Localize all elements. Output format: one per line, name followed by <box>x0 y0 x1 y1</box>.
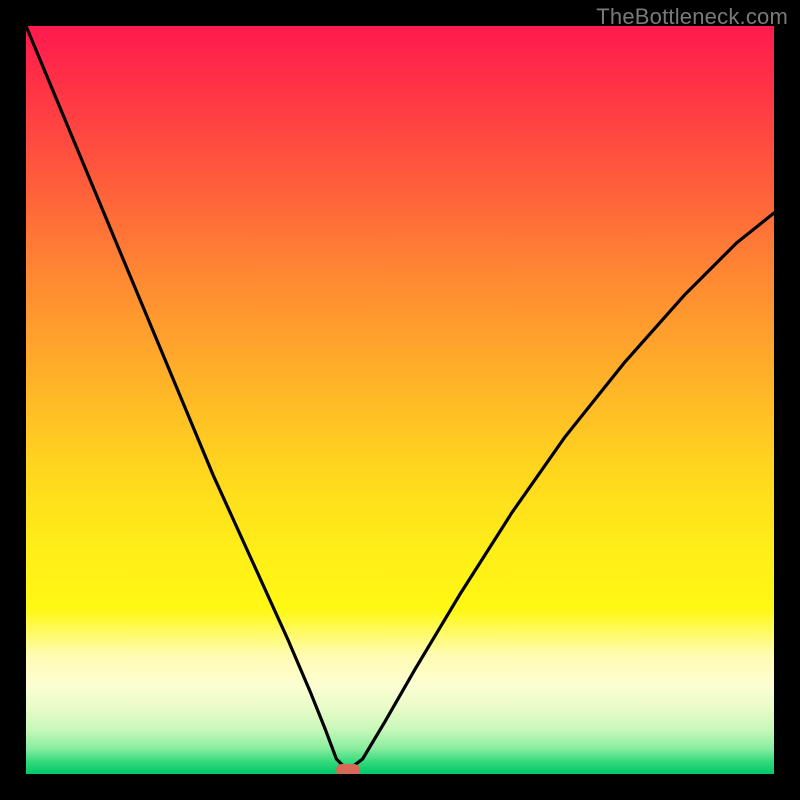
watermark-text: TheBottleneck.com <box>596 4 788 30</box>
optimal-marker <box>336 764 360 774</box>
bottleneck-curve <box>26 26 774 774</box>
plot-area <box>26 26 774 774</box>
curve-path <box>26 26 774 770</box>
chart-frame: TheBottleneck.com <box>0 0 800 800</box>
